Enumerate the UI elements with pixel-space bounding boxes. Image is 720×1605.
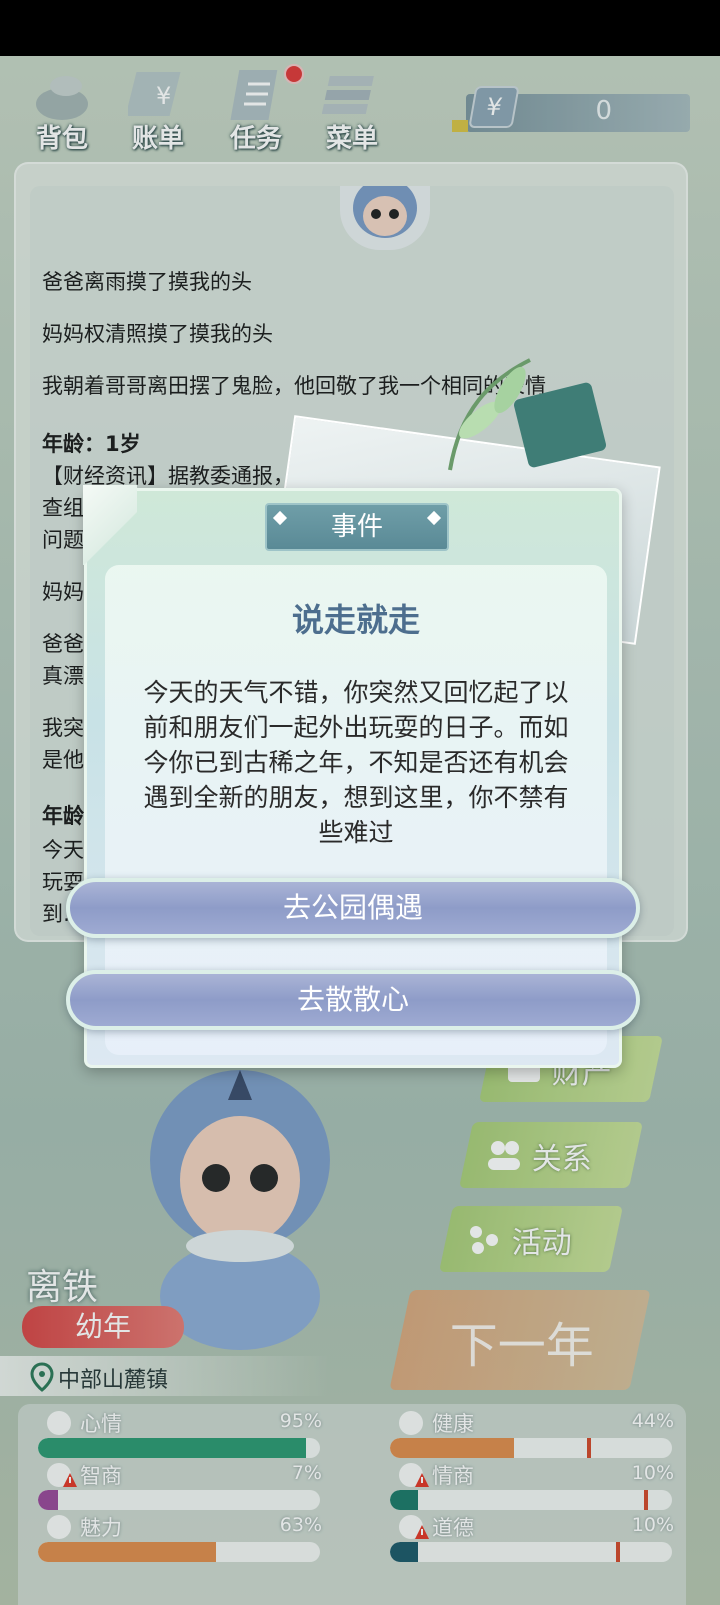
dialog-tab: 事件 — [265, 503, 449, 551]
dialog-corner-fold — [83, 485, 137, 565]
choice-button-park[interactable]: 去公园偶遇 — [66, 878, 640, 938]
tab-diamond-icon — [272, 510, 288, 526]
status-bar — [0, 0, 720, 56]
choice-button-stroll[interactable]: 去散散心 — [66, 970, 640, 1030]
tab-diamond-icon — [426, 510, 442, 526]
leaf-decoration-icon — [448, 358, 607, 471]
dialog-tab-label: 事件 — [330, 512, 383, 542]
event-title: 说走就走 — [291, 601, 420, 639]
event-description: 今天的天气不错，你突然又回忆起了以前和朋友们一起外出玩耍的日子。而如今你已到古稀… — [143, 678, 569, 847]
